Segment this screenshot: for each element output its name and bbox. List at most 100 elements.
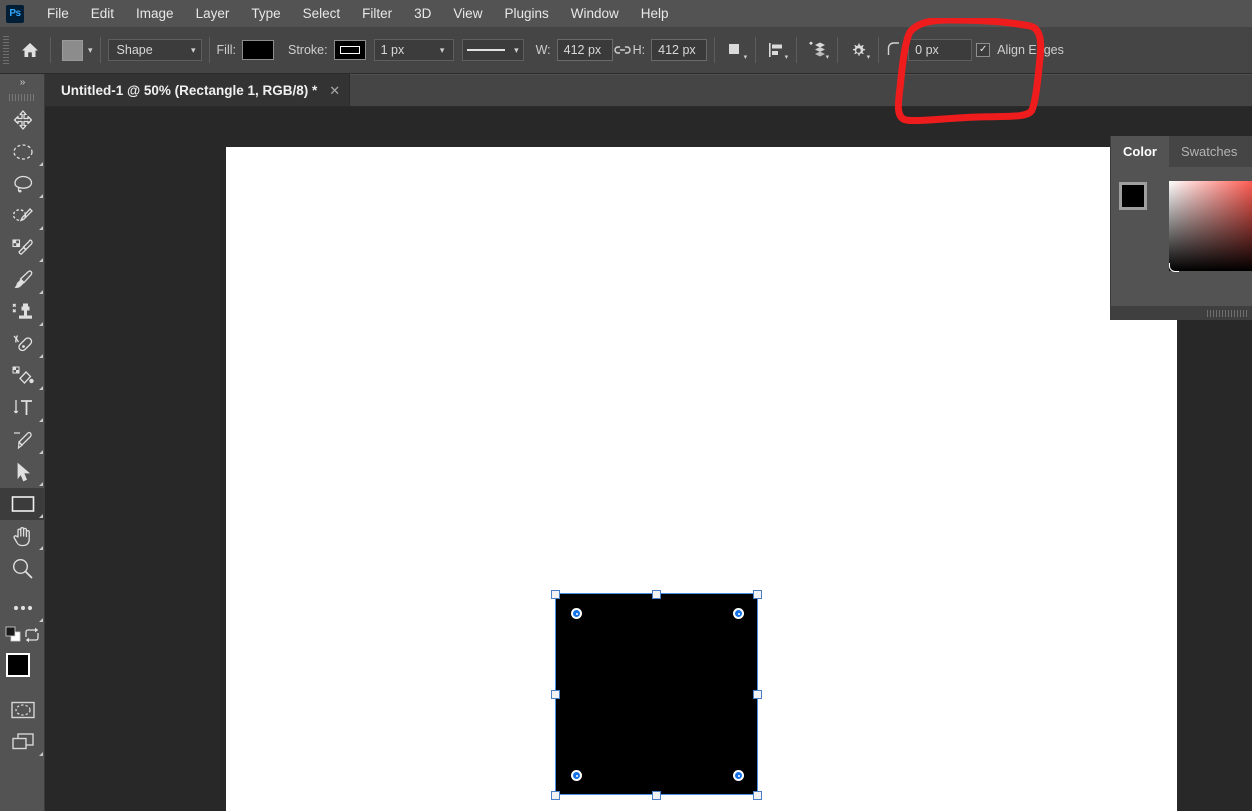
menu-3d[interactable]: 3D: [403, 3, 442, 24]
default-foreground-background-icon[interactable]: [5, 626, 23, 647]
tool-rectangle[interactable]: [0, 488, 45, 520]
transform-handle-bottom-right[interactable]: [753, 791, 762, 800]
document-tab[interactable]: Untitled-1 @ 50% (Rectangle 1, RGB/8) * …: [45, 74, 351, 106]
close-icon[interactable]: ✕: [329, 84, 340, 97]
tool-elliptical-marquee[interactable]: [0, 136, 45, 168]
link-dimensions-icon[interactable]: [613, 43, 633, 57]
transform-handle-middle-right[interactable]: [753, 690, 762, 699]
menu-select[interactable]: Select: [292, 3, 352, 24]
width-input[interactable]: 412 px: [556, 39, 613, 61]
transform-handle-top-left[interactable]: [551, 590, 560, 599]
tool-submenu-indicator: [39, 514, 43, 518]
document-canvas[interactable]: [226, 147, 1177, 811]
transform-handle-top-right[interactable]: [753, 590, 762, 599]
transform-handle-middle-left[interactable]: [551, 690, 560, 699]
document-tab-title: Untitled-1 @ 50% (Rectangle 1, RGB/8) *: [61, 82, 318, 98]
tool-zoom[interactable]: [0, 552, 45, 584]
align-edges-control[interactable]: ✓ Align Edges: [976, 43, 1064, 57]
tool-gradient[interactable]: [0, 360, 45, 392]
corner-radius-widget-bottom-right[interactable]: [733, 770, 744, 781]
chevron-down-icon: ▾: [514, 44, 519, 55]
stroke-label: Stroke:: [287, 43, 328, 57]
transform-handle-bottom-center[interactable]: [652, 791, 661, 800]
stroke-color-swatch[interactable]: [333, 40, 366, 60]
corner-radius-group: 0 px: [886, 39, 973, 61]
tool-submenu-indicator: [39, 258, 43, 262]
transform-handle-bottom-left[interactable]: [551, 791, 560, 800]
foreground-background-colors: [0, 650, 45, 694]
stroke-style-dropdown[interactable]: ▾: [461, 39, 524, 61]
tool-submenu-indicator: [39, 226, 43, 230]
tool-quick-mask[interactable]: [0, 694, 45, 726]
tab-color[interactable]: Color: [1111, 136, 1169, 167]
tool-edit-toolbar[interactable]: [0, 592, 45, 624]
tool-clone-stamp[interactable]: [0, 296, 45, 328]
height-input[interactable]: 412 px: [651, 39, 708, 61]
photoshop-window: Ps File Edit Image Layer Type Select Fil…: [0, 0, 1252, 811]
align-edges-checkbox[interactable]: ✓: [976, 43, 991, 57]
tool-submenu-indicator: [39, 162, 43, 166]
tool-path-selection[interactable]: [0, 456, 45, 488]
width-label: W:: [535, 43, 551, 57]
menu-plugins[interactable]: Plugins: [493, 3, 559, 24]
tool-move[interactable]: [0, 104, 45, 136]
menu-type[interactable]: Type: [240, 3, 291, 24]
selected-shape-rectangle[interactable]: [551, 590, 762, 800]
color-controls-row: [0, 624, 45, 648]
tool-screen-mode[interactable]: [0, 726, 45, 758]
home-icon[interactable]: [17, 37, 43, 63]
tool-eyedropper[interactable]: [0, 232, 45, 264]
color-panel-foreground-swatch[interactable]: [1119, 182, 1147, 210]
canvas-workspace[interactable]: [45, 107, 1252, 811]
corner-radius-widget-top-left[interactable]: [571, 608, 582, 619]
transform-handle-top-center[interactable]: [652, 590, 661, 599]
tool-submenu-indicator: [39, 546, 43, 550]
path-operations-icon[interactable]: ▾: [722, 37, 748, 63]
tool-preset-swatch: [62, 39, 83, 61]
color-ramp-marker: [1169, 263, 1179, 272]
divider: [50, 37, 51, 63]
menu-filter[interactable]: Filter: [351, 3, 403, 24]
tool-hand[interactable]: [0, 520, 45, 552]
menu-window[interactable]: Window: [560, 3, 630, 24]
color-ramp[interactable]: [1169, 181, 1252, 271]
path-arrangement-icon[interactable]: ▾: [804, 37, 830, 63]
tool-preset-picker[interactable]: ▾: [62, 39, 93, 61]
tool-object-selection[interactable]: [0, 200, 45, 232]
height-label: H:: [632, 43, 646, 57]
align-edges-label: Align Edges: [997, 43, 1064, 57]
path-alignment-icon[interactable]: ▾: [763, 37, 789, 63]
divider: [714, 37, 716, 63]
stroke-width-value: 1 px: [380, 43, 405, 57]
shape-mode-select[interactable]: Shape ▾: [107, 39, 202, 61]
corner-radius-widget-top-right[interactable]: [733, 608, 744, 619]
shape-mode-value: Shape: [116, 43, 153, 57]
tool-eraser[interactable]: [0, 328, 45, 360]
tool-lasso[interactable]: [0, 168, 45, 200]
toolbar-grip[interactable]: [0, 90, 44, 104]
menu-help[interactable]: Help: [630, 3, 680, 24]
swap-colors-icon[interactable]: [23, 626, 41, 647]
menu-image[interactable]: Image: [125, 3, 185, 24]
divider: [208, 37, 210, 63]
corner-radius-input[interactable]: 0 px: [908, 39, 973, 61]
tab-swatches[interactable]: Swatches: [1169, 136, 1249, 167]
menu-edit[interactable]: Edit: [80, 3, 125, 24]
foreground-color-swatch[interactable]: [6, 653, 30, 677]
fill-label: Fill:: [216, 43, 236, 57]
fill-color-swatch[interactable]: [241, 40, 274, 60]
tool-type[interactable]: [0, 392, 45, 424]
collapse-toolbar-button[interactable]: »: [0, 74, 44, 90]
menu-file[interactable]: File: [36, 3, 80, 24]
corner-radius-widget-bottom-left[interactable]: [571, 770, 582, 781]
menu-layer[interactable]: Layer: [185, 3, 241, 24]
menu-view[interactable]: View: [442, 3, 493, 24]
tool-pen[interactable]: [0, 424, 45, 456]
stroke-width-input[interactable]: 1 px: [373, 39, 432, 61]
stroke-width-dropdown[interactable]: ▾: [431, 39, 454, 61]
gear-icon[interactable]: ▾: [845, 37, 871, 63]
tool-submenu-indicator: [39, 450, 43, 454]
tool-submenu-indicator: [39, 322, 43, 326]
options-bar-grip[interactable]: [3, 36, 9, 64]
tool-brush[interactable]: [0, 264, 45, 296]
